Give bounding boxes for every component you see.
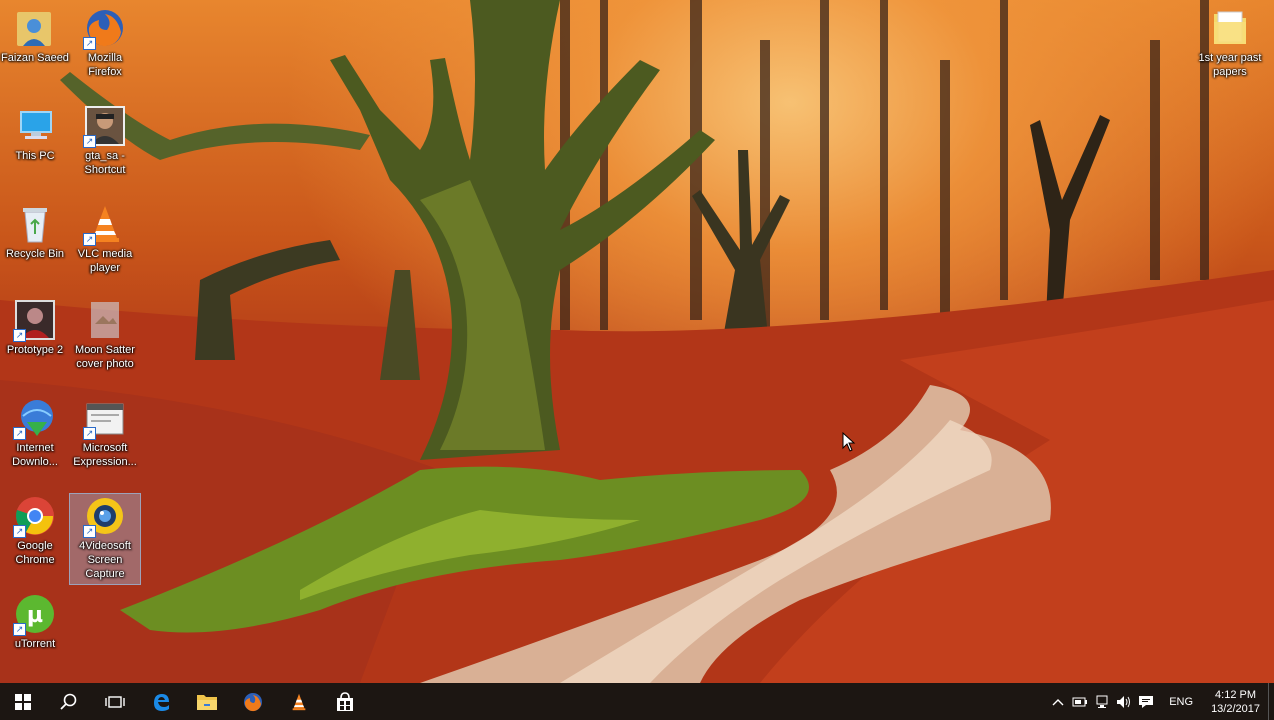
desktop-icon-utorrent[interactable]: µ ↗ uTorrent xyxy=(0,592,70,651)
store-icon xyxy=(337,691,353,711)
gta-sa-icon: ↗ xyxy=(83,104,127,148)
edge-icon xyxy=(154,693,169,711)
desktop-icon-label: Moon Satter cover photo xyxy=(75,344,135,370)
shortcut-arrow-icon: ↗ xyxy=(83,525,96,538)
desktop-icon-label: Recycle Bin xyxy=(5,248,65,260)
photo-file-icon xyxy=(83,298,127,342)
internet-download-manager-icon: ↗ xyxy=(13,396,57,440)
volume-button[interactable] xyxy=(1113,683,1135,720)
network-icon xyxy=(1096,695,1108,708)
desktop-icon-recycle-bin[interactable]: Recycle Bin xyxy=(0,202,70,261)
desktop-icon-internet-download-manager[interactable]: ↗ Internet Downlo... xyxy=(0,396,70,469)
desktop-icon-moon-satter-cover-photo[interactable]: Moon Satter cover photo xyxy=(70,298,140,371)
autumn-forest-wallpaper xyxy=(0,0,1274,683)
shortcut-arrow-icon: ↗ xyxy=(83,233,96,246)
prototype-2-icon: ↗ xyxy=(13,298,57,342)
show-hidden-icons-button[interactable] xyxy=(1047,683,1069,720)
folder-icon xyxy=(1208,6,1252,50)
firefox-icon xyxy=(244,692,262,711)
desktop-icon-prototype-2[interactable]: ↗ Prototype 2 xyxy=(0,298,70,357)
battery-icon xyxy=(1072,697,1088,706)
firefox-icon: ↗ xyxy=(83,6,127,50)
taskbar-vlc[interactable] xyxy=(276,683,322,720)
desktop-icon-faizan-saeed[interactable]: Faizan Saeed xyxy=(0,6,70,65)
desktop-wallpaper[interactable]: Faizan Saeed This PC Recycle Bin ↗ Proto… xyxy=(0,0,1274,683)
recycle-bin-icon xyxy=(13,202,57,246)
show-desktop-button[interactable] xyxy=(1268,683,1274,720)
shortcut-arrow-icon: ↗ xyxy=(13,427,26,440)
start-button[interactable] xyxy=(0,683,46,720)
desktop-icon-label: VLC media player xyxy=(77,248,133,274)
desktop-icon-label: Mozilla Firefox xyxy=(87,52,123,78)
shortcut-arrow-icon: ↗ xyxy=(83,37,96,50)
shortcut-arrow-icon: ↗ xyxy=(83,135,96,148)
desktop-icon-microsoft-expression[interactable]: ↗ Microsoft Expression... xyxy=(70,396,140,469)
speaker-icon xyxy=(1117,695,1131,708)
vlc-icon: ↗ xyxy=(83,202,127,246)
mouse-cursor-icon xyxy=(842,432,856,452)
search-button[interactable] xyxy=(46,683,92,720)
shortcut-arrow-icon: ↗ xyxy=(13,329,26,342)
taskbar: ENG 4:12 PM 13/2/2017 xyxy=(0,683,1274,720)
desktop-icon-label: Faizan Saeed xyxy=(1,52,69,64)
input-language-indicator[interactable]: ENG xyxy=(1157,696,1205,708)
task-view-icon xyxy=(105,695,125,708)
desktop-icon-gta-sa-shortcut[interactable]: ↗ gta_sa - Shortcut xyxy=(70,104,140,177)
4videosoft-icon: ↗ xyxy=(83,494,127,538)
shortcut-arrow-icon: ↗ xyxy=(83,427,96,440)
desktop-icon-label: Internet Downlo... xyxy=(12,442,58,468)
desktop-icon-this-pc[interactable]: This PC xyxy=(0,104,70,163)
start-icon xyxy=(15,693,31,710)
taskbar-file-explorer[interactable] xyxy=(184,683,230,720)
desktop-icon-label: gta_sa - Shortcut xyxy=(84,150,126,176)
desktop-icon-label: Prototype 2 xyxy=(6,344,64,356)
desktop-icon-label: uTorrent xyxy=(14,638,56,650)
desktop-icon-4videosoft-screen-capture[interactable]: ↗ 4Videosoft Screen Capture xyxy=(69,493,141,585)
desktop-icon-label: This PC xyxy=(15,150,55,162)
desktop-icon-label: 1st year past papers xyxy=(1198,52,1262,78)
chevron-up-icon xyxy=(1052,698,1064,705)
battery-button[interactable] xyxy=(1069,683,1091,720)
desktop-icon-1st-year-past-papers[interactable]: 1st year past papers xyxy=(1192,6,1268,79)
file-explorer-icon xyxy=(197,694,217,710)
desktop-icon-mozilla-firefox[interactable]: ↗ Mozilla Firefox xyxy=(70,6,140,79)
user-folder-icon xyxy=(13,6,57,50)
this-pc-icon xyxy=(13,104,57,148)
desktop-icon-label: Google Chrome xyxy=(15,540,55,566)
message-icon xyxy=(1139,695,1154,708)
network-button[interactable] xyxy=(1091,683,1113,720)
desktop-icon-google-chrome[interactable]: ↗ Google Chrome xyxy=(0,494,70,567)
clock-time: 4:12 PM xyxy=(1215,688,1257,701)
desktop-icon-vlc-media-player[interactable]: ↗ VLC media player xyxy=(70,202,140,275)
utorrent-icon: µ ↗ xyxy=(13,592,57,636)
microsoft-expression-icon: ↗ xyxy=(83,396,127,440)
svg-text:µ: µ xyxy=(27,603,43,628)
desktop-icon-label: Microsoft Expression... xyxy=(73,442,137,468)
taskbar-firefox[interactable] xyxy=(230,683,276,720)
clock-date: 13/2/2017 xyxy=(1211,702,1260,715)
search-icon xyxy=(60,693,77,710)
vlc-icon xyxy=(292,693,306,710)
chrome-icon: ↗ xyxy=(13,494,57,538)
task-view-button[interactable] xyxy=(92,683,138,720)
taskbar-edge[interactable] xyxy=(138,683,184,720)
taskbar-store[interactable] xyxy=(322,683,368,720)
desktop-icon-label: 4Videosoft Screen Capture xyxy=(79,540,131,580)
action-center-button[interactable] xyxy=(1135,683,1157,720)
clock[interactable]: 4:12 PM 13/2/2017 xyxy=(1205,688,1268,716)
system-tray: ENG 4:12 PM 13/2/2017 xyxy=(1047,683,1274,720)
shortcut-arrow-icon: ↗ xyxy=(13,525,26,538)
shortcut-arrow-icon: ↗ xyxy=(13,623,26,636)
